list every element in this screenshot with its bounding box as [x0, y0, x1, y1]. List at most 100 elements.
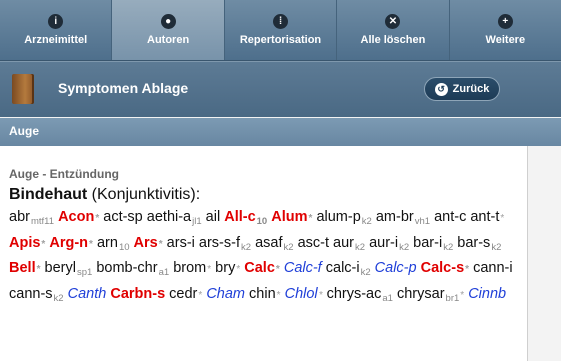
remedy-item[interactable]: bar-sk2: [457, 234, 501, 253]
remedy-item[interactable]: Calc-f: [284, 260, 322, 276]
remedy-item[interactable]: bry*: [215, 260, 240, 276]
remedy-item[interactable]: aur-ik2: [369, 235, 410, 253]
remedy-abbr: Apis: [9, 234, 41, 251]
remedy-item[interactable]: All-c10: [224, 209, 267, 227]
tab-autoren[interactable]: ● Autoren: [112, 0, 225, 60]
remedy-item[interactable]: Carbn-s: [110, 286, 165, 302]
remedy-marker: *: [158, 238, 163, 250]
remedy-source: a1: [382, 292, 393, 304]
remedy-abbr: aethi-a: [146, 209, 192, 225]
remedy-item[interactable]: Calc-s*: [421, 260, 469, 276]
remedy-item[interactable]: chrys-aca1: [327, 286, 393, 304]
remedy-item[interactable]: cann-i: [473, 260, 513, 276]
remedy-marker: *: [89, 238, 93, 250]
tab-label: Arzneimittel: [24, 34, 88, 46]
remedy-item[interactable]: ail: [206, 209, 221, 225]
remedy-item[interactable]: Bell*: [9, 260, 41, 276]
remedy-abbr: Cinnb: [468, 285, 507, 302]
scroll-track[interactable]: [528, 146, 561, 361]
remedy-item[interactable]: am-brvh1: [376, 209, 431, 227]
remedy-abbr: Chlol: [284, 285, 318, 302]
remedy-abbr: Calc-p: [374, 260, 417, 276]
remedy-marker: *: [276, 289, 281, 301]
tab-label: Repertorisation: [239, 34, 322, 46]
remedy-item[interactable]: Arg-n*: [49, 235, 93, 251]
remedy-item[interactable]: abrmtf11: [9, 209, 55, 227]
remedy-abbr: Canth: [67, 285, 107, 302]
remedy-item[interactable]: chrysarbr1*: [397, 286, 464, 304]
remedy-abbr: chin: [249, 285, 276, 302]
remedy-abbr: beryl: [44, 260, 76, 276]
tab-weitere[interactable]: + Weitere: [450, 0, 561, 60]
tab-arzneimittel[interactable]: i Arzneimittel: [0, 0, 113, 60]
tab-repertorisation[interactable]: ⁞ Repertorisation: [225, 0, 338, 60]
remedy-item[interactable]: Alum*: [271, 209, 312, 225]
remedy-source: k2: [443, 241, 454, 253]
remedy-abbr: Arg-n: [49, 234, 89, 251]
remedy-item[interactable]: bomb-chra1: [96, 260, 170, 278]
remedy-abbr: alum-p: [316, 209, 361, 225]
rubric-title: Bindehaut (Konjunktivitis):: [9, 186, 527, 204]
book-icon: [12, 74, 34, 104]
remedy-source: k2: [360, 267, 371, 278]
remedy-item[interactable]: arn10: [96, 234, 130, 253]
remedy-source: 10: [118, 241, 130, 253]
rubric-content: Auge - Entzündung Bindehaut (Konjunktivi…: [0, 146, 528, 361]
page-title: Symptomen Ablage: [58, 80, 189, 96]
remedy-item[interactable]: calc-ik2: [326, 260, 371, 278]
remedy-list: abrmtf11 Acon* act-sp aethi-ajl1 ail All…: [9, 207, 524, 309]
header-bar: Symptomen Ablage ↺ Zurück: [0, 61, 561, 117]
remedy-item[interactable]: bar-ik2: [413, 235, 454, 253]
remedy-item[interactable]: Acon*: [58, 209, 99, 225]
remedy-source: k2: [399, 241, 410, 253]
remedy-item[interactable]: asc-t: [298, 235, 329, 251]
remedy-abbr: Calc-s: [420, 260, 465, 276]
remedy-item[interactable]: Canth: [68, 286, 107, 302]
remedy-item[interactable]: Calc-p: [375, 260, 417, 276]
remedy-source: vh1: [414, 216, 431, 227]
remedy-item[interactable]: alum-pk2: [316, 209, 371, 227]
back-arrow-icon: ↺: [434, 82, 448, 96]
remedy-item[interactable]: ars-i: [167, 235, 195, 251]
back-button[interactable]: ↺ Zurück: [424, 77, 500, 101]
remedy-item[interactable]: Cham: [206, 286, 245, 302]
remedy-marker: *: [236, 264, 241, 275]
remedy-abbr: arn: [96, 234, 118, 251]
remedy-abbr: ant-c: [434, 209, 467, 225]
remedy-source: sp1: [76, 267, 93, 278]
remedy-item[interactable]: act-sp: [103, 209, 143, 225]
remedy-marker: *: [465, 264, 470, 275]
remedy-item[interactable]: Ars*: [134, 235, 163, 251]
remedy-item[interactable]: aurk2: [333, 235, 365, 253]
remedy-abbr: abr: [9, 209, 30, 225]
remedy-item[interactable]: Cinnb: [468, 286, 506, 302]
rubric-title-sub: (Konjunktivitis): [87, 186, 196, 203]
remedy-item[interactable]: chin*: [249, 286, 281, 302]
remedy-abbr: bar-s: [457, 234, 491, 251]
tab-alle-loeschen[interactable]: ✕ Alle löschen: [337, 0, 450, 60]
remedy-abbr: asaf: [255, 234, 283, 251]
remedy-item[interactable]: cann-sk2: [9, 286, 64, 304]
remedy-item[interactable]: Calc*: [244, 260, 280, 276]
remedy-item[interactable]: berylsp1: [44, 260, 93, 278]
remedy-source: a1: [158, 267, 170, 278]
remedy-source: mtf11: [30, 216, 55, 227]
remedy-abbr: Alum: [271, 209, 308, 225]
remedy-item[interactable]: Apis*: [9, 235, 45, 251]
remedy-marker: *: [95, 213, 100, 224]
remedy-abbr: act-sp: [103, 209, 143, 225]
remedy-item[interactable]: Chlol*: [285, 286, 323, 302]
remedy-item[interactable]: asafk2: [255, 234, 293, 253]
remedy-item[interactable]: ant-t*: [470, 209, 504, 225]
remedy-item[interactable]: ant-c: [434, 209, 466, 225]
remedy-item[interactable]: aethi-ajl1: [146, 209, 202, 227]
remedy-abbr: Acon: [58, 209, 95, 225]
remedy-item[interactable]: cedr*: [169, 286, 202, 302]
tab-label: Alle löschen: [360, 34, 426, 46]
remedy-source: br1: [445, 292, 460, 304]
remedy-marker: *: [41, 238, 46, 250]
remedy-abbr: Calc-f: [283, 260, 322, 276]
remedy-item[interactable]: ars-s-fk2: [199, 235, 251, 253]
remedy-item[interactable]: brom*: [173, 260, 211, 276]
person-icon: ●: [160, 14, 176, 29]
